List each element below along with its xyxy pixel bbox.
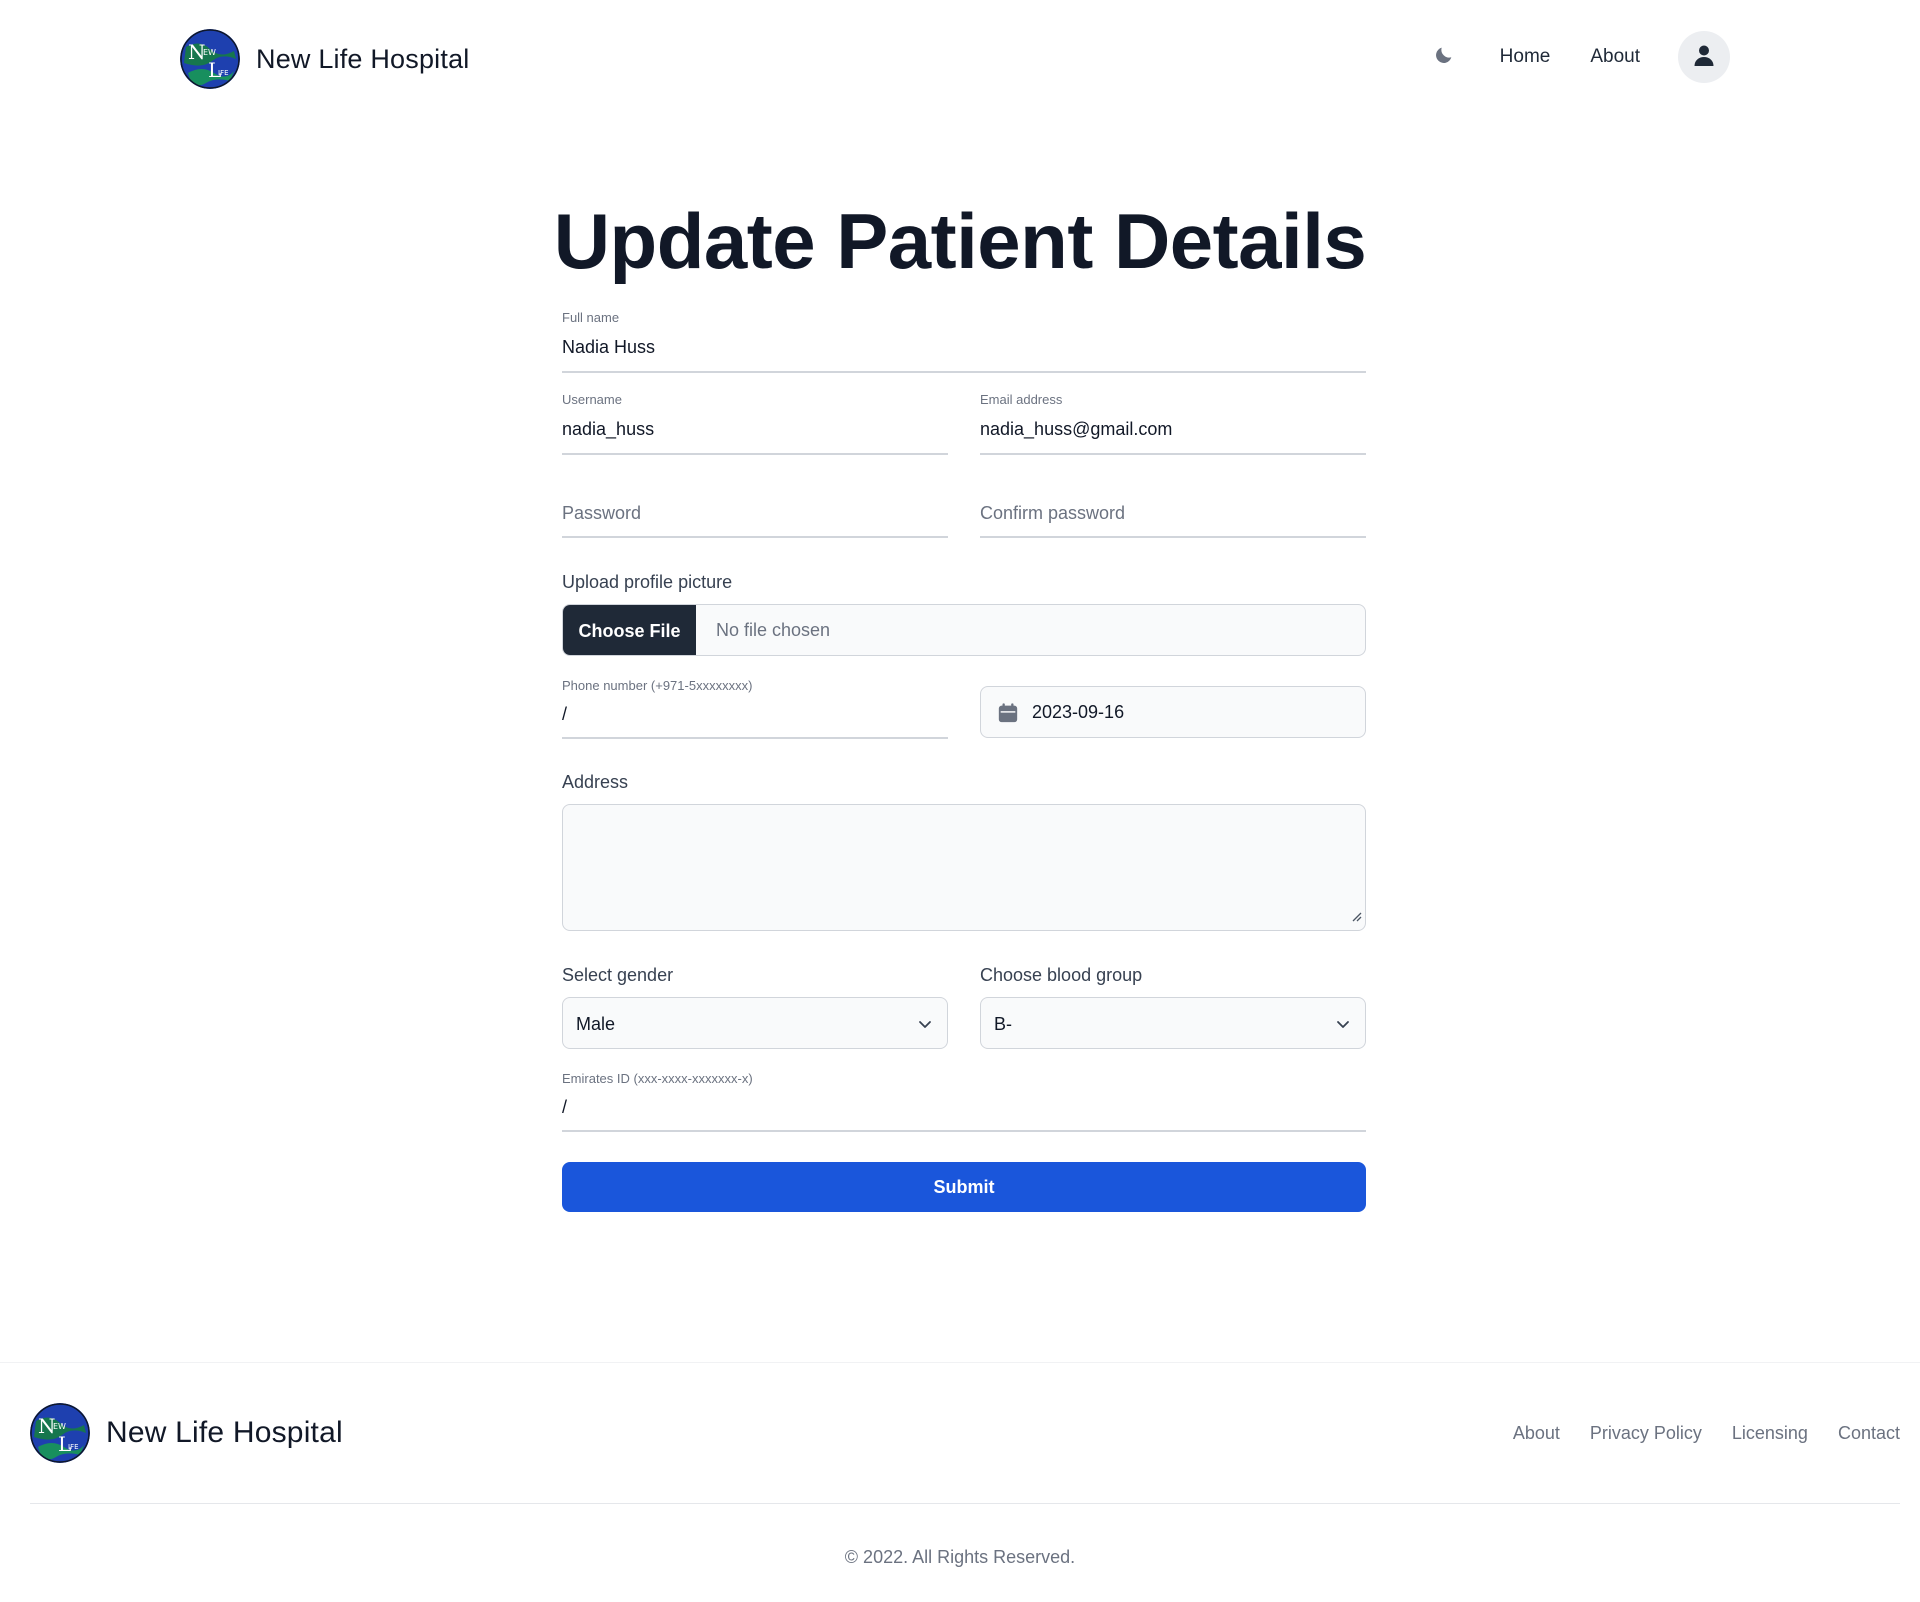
footer-links: About Privacy Policy Licensing Contact xyxy=(1483,1423,1900,1444)
address-textarea[interactable] xyxy=(562,804,1366,931)
upload-label: Upload profile picture xyxy=(562,572,733,592)
footer-brand[interactable]: N EW L IFE New Life Hospital xyxy=(30,1403,343,1463)
logo-letter-ife: IFE xyxy=(68,1443,79,1451)
username-value: nadia_huss xyxy=(562,419,655,439)
email-value: nadia_huss@gmail.com xyxy=(980,419,1173,439)
dark-mode-toggle[interactable] xyxy=(1426,39,1462,75)
phone-field[interactable]: Phone number (+971-5xxxxxxxx) / xyxy=(562,676,948,739)
confirm-password-placeholder: Confirm password xyxy=(980,503,1126,523)
hospital-logo: N EW L IFE xyxy=(180,29,240,89)
username-label: Username xyxy=(562,392,622,407)
footer-brand-name: New Life Hospital xyxy=(106,1416,343,1449)
footer-divider xyxy=(30,1503,1900,1504)
phone-label: Phone number (+971-5xxxxxxxx) xyxy=(562,678,753,693)
password-field[interactable]: Password xyxy=(562,472,948,538)
choose-file-button[interactable]: Choose File xyxy=(563,605,696,655)
password-placeholder: Password xyxy=(562,503,642,523)
page-title: Update Patient Details xyxy=(553,197,1367,285)
brand-name: New Life Hospital xyxy=(256,43,470,74)
footer-link-contact[interactable]: Contact xyxy=(1838,1423,1900,1444)
footer-link-privacy-policy[interactable]: Privacy Policy xyxy=(1590,1423,1702,1444)
copyright: © 2022. All Rights Reserved. xyxy=(844,1547,1076,1567)
phone-value: / xyxy=(562,704,568,724)
emirates-id-label: Emirates ID (xxx-xxxx-xxxxxxx-x) xyxy=(562,1071,753,1086)
blood-group-value: B- xyxy=(994,1014,1012,1034)
email-label: Email address xyxy=(980,392,1063,407)
calendar-icon[interactable] xyxy=(997,702,1019,729)
moon-icon xyxy=(1433,44,1455,71)
blood-group-select[interactable]: B- xyxy=(980,997,1366,1049)
top-navbar: N EW L IFE New Life Hospital Home About xyxy=(0,0,1920,118)
address-label: Address xyxy=(562,772,629,792)
full-name-label: Full name xyxy=(562,310,620,325)
brand[interactable]: N EW L IFE New Life Hospital xyxy=(180,29,470,89)
logo-letter-ife: IFE xyxy=(218,69,229,77)
chevron-down-icon xyxy=(917,1016,933,1037)
gender-value: Male xyxy=(576,1014,616,1034)
user-icon xyxy=(1692,43,1716,72)
date-input[interactable]: 2023-09-16 xyxy=(980,686,1366,738)
full-name-value: Nadia Huss xyxy=(562,337,656,357)
nav-link-about[interactable]: About xyxy=(1590,46,1640,68)
confirm-password-field[interactable]: Confirm password xyxy=(980,472,1366,538)
footer: N EW L IFE New Life Hospital About Priva… xyxy=(0,1362,1920,1602)
date-value: 2023-09-16 xyxy=(1032,702,1125,722)
profile-picture-input[interactable]: Choose File No file chosen xyxy=(562,604,1366,656)
blood-group-label: Choose blood group xyxy=(980,965,1143,985)
username-field[interactable]: Username nadia_huss xyxy=(562,382,948,455)
email-field[interactable]: Email address nadia_huss@gmail.com xyxy=(980,382,1366,455)
emirates-id-field[interactable]: Emirates ID (xxx-xxxx-xxxxxxx-x) / xyxy=(562,1069,1366,1132)
chevron-down-icon xyxy=(1335,1016,1351,1037)
submit-button[interactable]: Submit xyxy=(562,1162,1366,1212)
logo-letter-ew: EW xyxy=(203,48,216,57)
nav-link-home[interactable]: Home xyxy=(1500,46,1551,68)
footer-hospital-logo: N EW L IFE xyxy=(30,1403,90,1463)
gender-select[interactable]: Male xyxy=(562,997,948,1049)
nav-actions: Home About xyxy=(1426,31,1730,83)
user-avatar-button[interactable] xyxy=(1678,31,1730,83)
footer-link-about[interactable]: About xyxy=(1513,1423,1560,1444)
full-name-field[interactable]: Full name Nadia Huss xyxy=(562,300,1366,373)
resize-handle-icon[interactable] xyxy=(1352,909,1362,927)
logo-letter-ew: EW xyxy=(53,1422,66,1431)
file-status: No file chosen xyxy=(716,620,831,640)
footer-link-licensing[interactable]: Licensing xyxy=(1732,1423,1808,1444)
gender-label: Select gender xyxy=(562,965,674,985)
emirates-id-value: / xyxy=(562,1097,568,1117)
